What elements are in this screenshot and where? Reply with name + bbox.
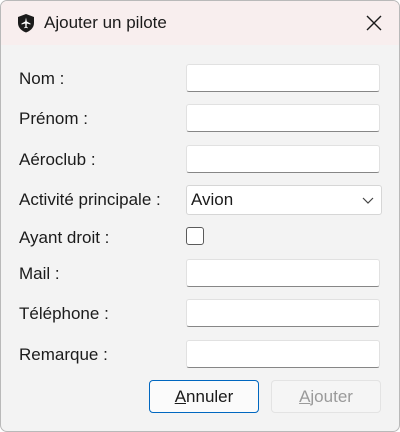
add-mnemonic: A [299, 386, 311, 406]
remarque-input[interactable] [186, 340, 380, 368]
window-title: Ajouter un pilote [44, 13, 167, 32]
ayant-droit-checkbox[interactable] [186, 227, 204, 245]
nom-label: Nom : [19, 69, 65, 88]
cancel-mnemonic: A [174, 386, 187, 406]
dialog-window: Ajouter un pilote Nom : Prénom : Aéroclu… [0, 0, 400, 432]
add-button[interactable]: Ajouter [271, 380, 381, 413]
remarque-label: Remarque : [19, 345, 108, 364]
mail-label: Mail : [19, 264, 60, 283]
aeroclub-input[interactable] [186, 145, 380, 173]
cancel-label-rest: nnuler [186, 386, 234, 406]
nom-input[interactable] [186, 64, 380, 92]
close-icon [366, 15, 382, 31]
ayant-droit-label: Ayant droit : [19, 228, 110, 247]
close-button[interactable] [349, 1, 399, 45]
title-bar: Ajouter un pilote [1, 1, 399, 45]
activite-label: Activité principale : [19, 190, 161, 209]
telephone-input[interactable] [186, 299, 380, 327]
telephone-label: Téléphone : [19, 304, 109, 323]
add-label-rest: jouter [310, 386, 353, 406]
mail-input[interactable] [186, 259, 380, 287]
shield-airplane-icon [16, 13, 36, 33]
prenom-input[interactable] [186, 104, 380, 132]
chevron-down-icon [362, 197, 374, 204]
prenom-label: Prénom : [19, 109, 88, 128]
activite-select[interactable]: Avion [186, 185, 382, 215]
cancel-button[interactable]: Annuler [149, 380, 259, 413]
activite-selected-value: Avion [191, 190, 234, 209]
aeroclub-label: Aéroclub : [19, 150, 96, 169]
